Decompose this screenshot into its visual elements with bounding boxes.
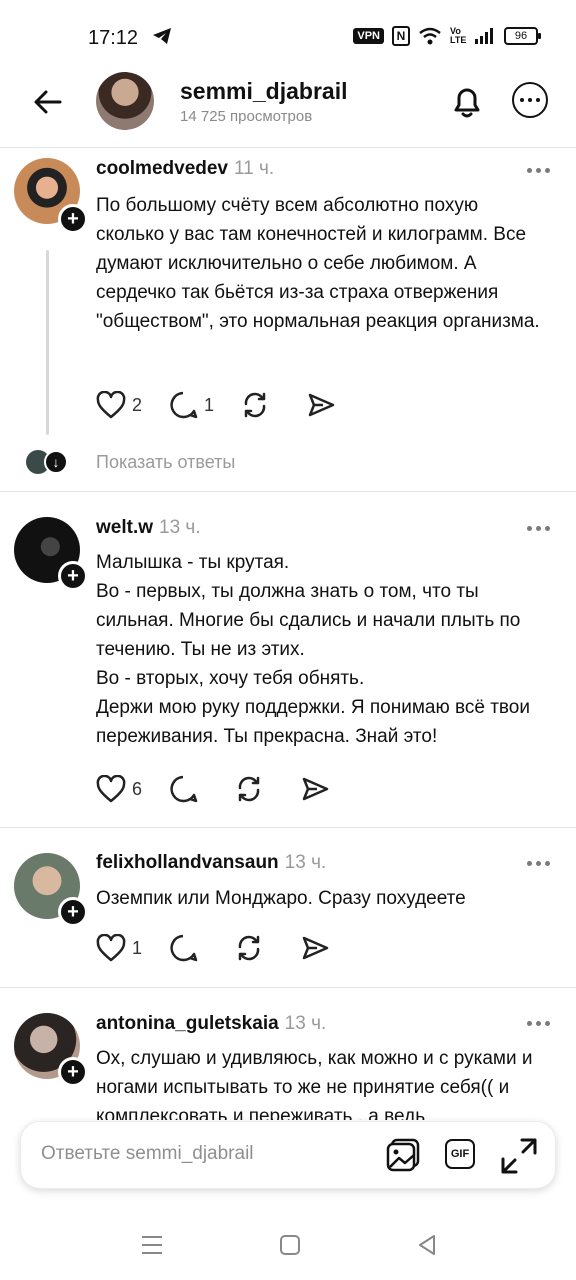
back-icon[interactable] [416, 1234, 438, 1256]
post-text: Ох, слушаю и удивляюсь, как можно и с ру… [96, 1048, 533, 1120]
reply-input[interactable] [39, 1142, 373, 1166]
post-username[interactable]: antonina_guletskaia 13 ч. [96, 1013, 326, 1035]
gif-icon[interactable]: GIF [445, 1139, 475, 1169]
expand-icon[interactable] [499, 1136, 539, 1176]
post-more-icon[interactable] [527, 1021, 550, 1026]
follow-plus-button[interactable]: + [58, 1057, 88, 1087]
home-icon[interactable] [279, 1234, 301, 1256]
reply-post: + antonina_guletskaia 13 ч. Ох, слушаю и … [0, 0, 576, 1120]
system-nav-bar [0, 1210, 576, 1280]
post-time: 13 ч. [284, 1013, 327, 1034]
reply-composer: GIF [20, 1121, 556, 1189]
image-icon[interactable] [385, 1136, 423, 1174]
menu-icon[interactable] [141, 1234, 163, 1256]
